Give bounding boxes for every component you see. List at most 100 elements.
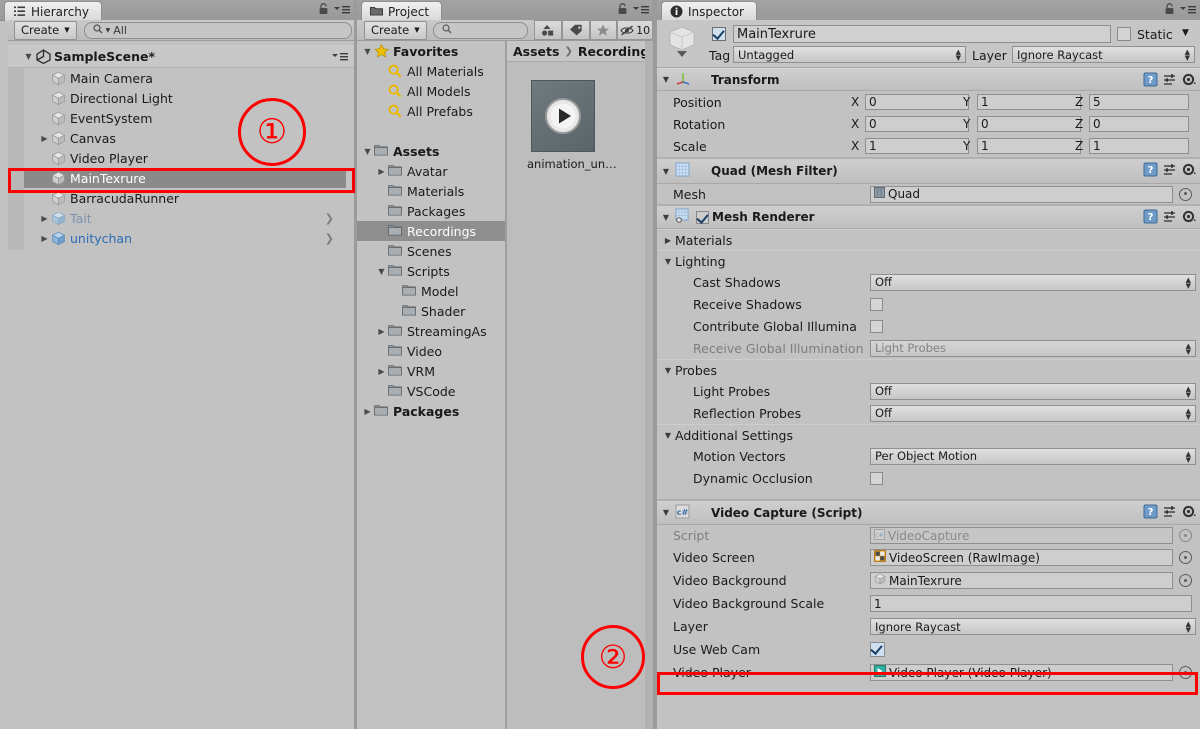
fold-arrow-icon[interactable]: ▼: [361, 47, 374, 56]
gameobject-enabled-checkbox[interactable]: [712, 27, 726, 41]
hierarchy-scene-row[interactable]: ▼ SampleScene*: [8, 45, 354, 68]
tag-dropdown[interactable]: Untagged ▲ ▼: [733, 46, 966, 63]
project-folder-materials[interactable]: Materials: [357, 181, 505, 201]
layer-dropdown[interactable]: Ignore Raycast ▲ ▼: [870, 618, 1196, 635]
gear-icon[interactable]: [1182, 505, 1196, 522]
project-assets-root[interactable]: ▼ Assets: [357, 141, 505, 161]
gear-icon[interactable]: [1182, 73, 1196, 90]
meshfilter-fold-arrow-icon[interactable]: ▼: [657, 167, 675, 176]
prefab-open-arrow-icon[interactable]: ❯: [325, 232, 334, 245]
materials-foldout[interactable]: ▶ Materials: [657, 229, 1200, 250]
project-folder-scenes[interactable]: Scenes: [357, 241, 505, 261]
transform-scale-z-field[interactable]: 1: [1089, 138, 1189, 154]
preset-icon[interactable]: [1163, 505, 1177, 522]
project-folder-avatar[interactable]: ▶ Avatar: [357, 161, 505, 181]
transform-rotation-x-field[interactable]: 0: [865, 116, 969, 132]
fold-arrow-icon[interactable]: ▶: [38, 234, 51, 243]
meshrenderer-component-header[interactable]: ▼ Mesh Renderer ?: [657, 204, 1200, 229]
video-screen-object-picker-icon[interactable]: [1179, 551, 1192, 564]
hierarchy-item-video-player[interactable]: Video Player: [8, 148, 346, 168]
project-favorite-all-prefabs[interactable]: All Prefabs: [357, 101, 505, 121]
hierarchy-item-barracudarunner[interactable]: BarracudaRunner: [8, 188, 346, 208]
cast-shadows-dropdown[interactable]: Off ▲ ▼: [870, 273, 1196, 291]
mesh-object-field[interactable]: Quad: [870, 185, 1173, 203]
gameobject-name-field[interactable]: MainTexrure: [733, 25, 1111, 43]
help-icon[interactable]: ?: [1143, 209, 1158, 227]
transform-rotation-z-field[interactable]: 0: [1089, 116, 1189, 132]
lock-icon[interactable]: [318, 3, 329, 18]
static-checkbox[interactable]: [1117, 27, 1131, 41]
project-folder-streamingas[interactable]: ▶ StreamingAs: [357, 321, 505, 341]
hierarchy-item-maintexrure[interactable]: MainTexrure: [8, 168, 346, 188]
hierarchy-scrollbar[interactable]: [342, 68, 351, 726]
scene-context-menu-icon[interactable]: [332, 50, 348, 65]
video-player-object-field[interactable]: Video Player (Video Player): [870, 664, 1173, 681]
probes-fold-arrow-icon[interactable]: ▼: [661, 366, 675, 375]
project-favorite-all-models[interactable]: All Models: [357, 81, 505, 101]
video-background-scale-field[interactable]: 1: [870, 595, 1192, 612]
gear-icon[interactable]: [1182, 210, 1196, 227]
hierarchy-search-input[interactable]: ▼ All: [83, 21, 352, 39]
transform-rotation-y-field[interactable]: 0: [977, 116, 1081, 132]
use-web-cam-checkbox[interactable]: [870, 642, 885, 657]
meshfilter-component-header[interactable]: ▼ Quad (Mesh Filter) ?: [657, 157, 1200, 184]
filter-by-type-button[interactable]: [533, 20, 562, 40]
project-favorite-all-materials[interactable]: All Materials: [357, 61, 505, 81]
preset-icon[interactable]: [1163, 210, 1177, 227]
meshrenderer-enabled-checkbox[interactable]: [696, 210, 709, 224]
hierarchy-item-eventsystem[interactable]: EventSystem: [8, 108, 346, 128]
help-icon[interactable]: ?: [1143, 504, 1158, 522]
project-create-button[interactable]: Create ▼: [364, 20, 427, 40]
project-folder-vscode[interactable]: VSCode: [357, 381, 505, 401]
breadcrumb-item-recordings[interactable]: Recordings: [578, 44, 653, 59]
light-probes-dropdown[interactable]: Off ▲ ▼: [870, 382, 1196, 400]
asset-item[interactable]: animation_un…: [527, 80, 617, 171]
video-background-object-field[interactable]: MainTexrure: [870, 572, 1173, 589]
filter-by-label-button[interactable]: [561, 20, 590, 40]
hierarchy-item-unitychan[interactable]: ▶ unitychan ❯: [8, 228, 346, 248]
transform-scale-x-field[interactable]: 1: [865, 138, 969, 154]
meshrenderer-fold-arrow-icon[interactable]: ▼: [657, 213, 675, 222]
panel-menu-icon[interactable]: [1180, 4, 1196, 18]
prefab-open-arrow-icon[interactable]: ❯: [325, 212, 334, 225]
additional-settings-fold-arrow-icon[interactable]: ▼: [661, 431, 675, 440]
gear-icon[interactable]: [1182, 163, 1196, 180]
fold-arrow-icon[interactable]: ▼: [375, 267, 388, 276]
project-favorites-root[interactable]: ▼ Favorites: [357, 41, 505, 61]
fold-arrow-icon[interactable]: ▶: [361, 407, 374, 416]
transform-component-header[interactable]: ▼ Transform ?: [657, 68, 1200, 91]
hidden-packages-button[interactable]: 10: [617, 20, 653, 40]
probes-foldout[interactable]: ▼ Probes: [657, 359, 1200, 380]
reflection-probes-dropdown[interactable]: Off ▲ ▼: [870, 404, 1196, 422]
breadcrumb-item-assets[interactable]: Assets: [513, 44, 559, 59]
project-folder-packages[interactable]: Packages: [357, 201, 505, 221]
hierarchy-item-directional-light[interactable]: Directional Light: [8, 88, 346, 108]
videocapture-component-header[interactable]: ▼ c# Video Capture (Script) ?: [657, 499, 1200, 525]
help-icon[interactable]: ?: [1143, 162, 1158, 180]
tab-hierarchy[interactable]: Hierarchy: [4, 1, 103, 21]
materials-fold-arrow-icon[interactable]: ▶: [661, 236, 675, 245]
transform-position-y-field[interactable]: 1: [977, 94, 1081, 110]
fold-arrow-icon[interactable]: ▼: [361, 147, 374, 156]
help-icon[interactable]: ?: [1143, 72, 1158, 90]
project-packages-root[interactable]: ▶ Packages: [357, 401, 505, 421]
transform-scale-y-field[interactable]: 1: [977, 138, 1081, 154]
videocapture-fold-arrow-icon[interactable]: ▼: [657, 508, 675, 517]
hierarchy-item-main-camera[interactable]: Main Camera: [8, 68, 346, 88]
lock-icon[interactable]: [1164, 3, 1175, 18]
dynamic-occlusion-checkbox[interactable]: [870, 471, 883, 485]
transform-position-z-field[interactable]: 5: [1089, 94, 1189, 110]
hierarchy-item-tait[interactable]: ▶ Tait ❯: [8, 208, 346, 228]
fold-arrow-icon[interactable]: ▶: [375, 167, 388, 176]
tab-inspector[interactable]: Inspector: [661, 1, 757, 21]
preset-icon[interactable]: [1163, 163, 1177, 180]
fold-arrow-icon[interactable]: ▶: [38, 214, 51, 223]
project-folder-recordings[interactable]: Recordings: [357, 221, 505, 241]
additional-settings-foldout[interactable]: ▼ Additional Settings: [657, 424, 1200, 445]
project-folder-video[interactable]: Video: [357, 341, 505, 361]
video-player-object-picker-icon[interactable]: [1179, 666, 1192, 679]
fold-arrow-icon[interactable]: ▶: [375, 367, 388, 376]
panel-menu-icon[interactable]: [334, 4, 350, 18]
static-dropdown-icon[interactable]: ▼: [1182, 28, 1189, 38]
project-folder-scripts[interactable]: ▼ Scripts: [357, 261, 505, 281]
